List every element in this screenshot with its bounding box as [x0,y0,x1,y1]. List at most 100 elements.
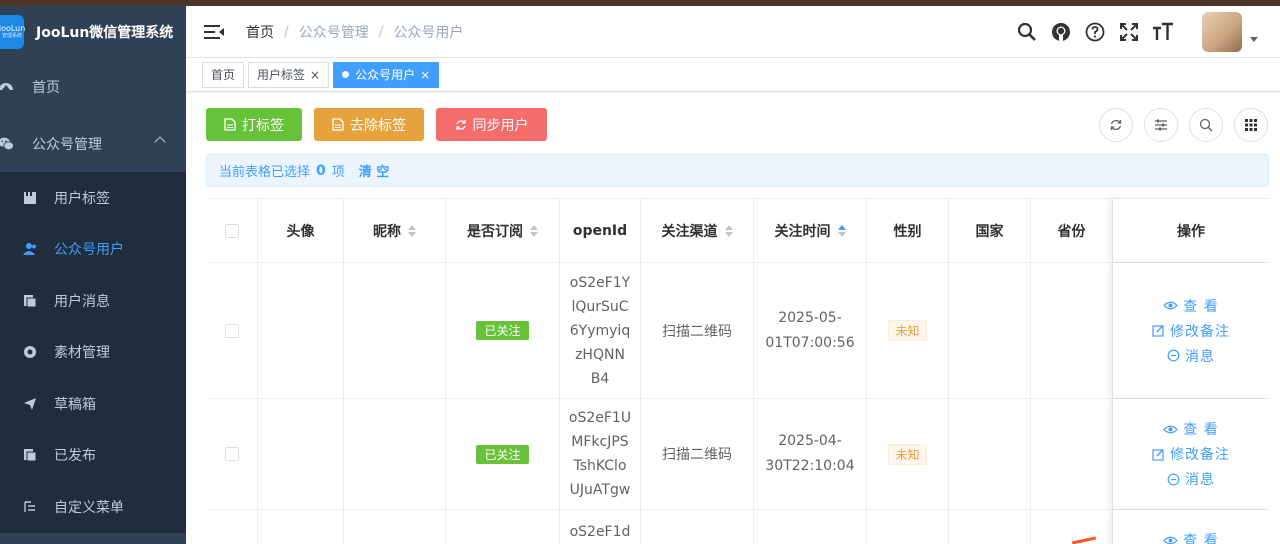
time-cell: 2025-04- 30T22:10:04 [754,399,867,509]
clear-selection-link[interactable]: 清 空 [359,161,390,180]
sort-icon[interactable] [837,224,846,237]
breadcrumb-home[interactable]: 首页 [246,22,274,42]
sidebar-group-official-account[interactable]: 公众号管理 [0,116,186,172]
sort-icon[interactable] [724,224,733,237]
active-dot [342,71,350,78]
avatar-cell [258,263,344,398]
toolbar: 打标签 去除标签 同步用户 [206,108,559,141]
folder-icon [22,190,38,206]
search-toggle-button[interactable] [1189,108,1223,142]
sidebar-item-user-tags[interactable]: 用户标签 [0,172,186,224]
breadcrumb-current: 公众号用户 [393,24,464,41]
header-channel[interactable]: 关注渠道 [641,199,754,262]
edit-remark-button[interactable]: 修改备注 [1152,442,1230,467]
tags-view: 首页 用户标签 × 公众号用户 × [186,58,1280,92]
lifebuoy-icon [22,344,38,360]
tab-official-users[interactable]: 公众号用户 × [333,61,440,88]
hamburger-icon[interactable] [204,24,224,40]
eye-icon [1163,425,1179,433]
openid-cell: oS2eF1d [560,510,641,544]
message-button[interactable]: 消息 [1167,343,1215,368]
province-cell [1031,399,1113,509]
dashboard-icon [0,79,14,95]
filter-settings-button[interactable] [1144,108,1178,142]
ops-cell: 查 看 修改备注 消息 [1113,399,1269,509]
tab-user-tags[interactable]: 用户标签 × [248,61,330,88]
sync-users-button[interactable]: 同步用户 [436,108,547,141]
sidebar-item-home[interactable]: 首页 [0,58,186,116]
header-time[interactable]: 关注时间 [754,199,867,262]
openid-cell: oS2eF1U MFkcJPS TshKClo UJuATgw [560,399,641,509]
channel-text: 扫描二维码 [662,447,732,463]
row-checkbox[interactable] [225,447,239,461]
ops-cell: 查 看 修改备注 消息 [1113,263,1269,398]
sidebar-item-published[interactable]: 已发布 [0,430,186,482]
copy-icon [22,447,38,463]
table-header: 头像 昵称 是否订阅 openId 关注渠道 关注时间 性别 国家 省份 操作 [207,199,1269,263]
chat-icon [1167,349,1180,362]
view-button[interactable]: 查 看 [1163,530,1218,544]
github-icon[interactable] [1050,21,1072,43]
sidebar-item-official-users[interactable]: 公众号用户 [0,224,186,276]
document-icon [224,118,236,131]
select-all-checkbox[interactable] [225,223,239,238]
user-icon [22,241,38,257]
header-province: 省份 [1031,199,1113,262]
header-subscribe[interactable]: 是否订阅 [446,199,560,262]
header: 首页 / 公众号管理 / 公众号用户 [186,6,1280,58]
selection-alert: 当前表格已选择 0 项 清 空 [206,154,1269,187]
submenu: 用户标签 公众号用户 用户消息 素材管理 草稿箱 已发布 自定义菜单 [0,172,186,533]
logo[interactable]: JooLun 管理系统 JooLun微信管理系统 [0,6,186,58]
edit-icon [1152,448,1164,461]
columns-button[interactable] [1234,108,1268,142]
wechat-icon [0,136,14,152]
gender-badge: 未知 [888,443,927,465]
fullscreen-icon[interactable] [1118,21,1140,43]
view-button[interactable]: 查 看 [1163,293,1218,318]
menu-icon [22,499,38,515]
caret-down-icon[interactable] [1250,36,1258,42]
avatar-cell [258,399,344,509]
font-size-icon[interactable] [1152,21,1174,43]
sidebar-item-custom-menu[interactable]: 自定义菜单 [0,481,186,533]
nickname-cell [344,399,446,509]
document-icon [332,118,344,131]
tag-button[interactable]: 打标签 [206,108,302,141]
help-icon[interactable] [1084,21,1106,43]
app-title: JooLun微信管理系统 [36,25,174,41]
row-checkbox[interactable] [225,323,239,338]
sidebar-item-drafts[interactable]: 草稿箱 [0,378,186,430]
sort-icon[interactable] [530,224,538,237]
sidebar: JooLun 管理系统 JooLun微信管理系统 首页 公众号管理 用户标签 公… [0,6,186,544]
logo-badge: JooLun 管理系统 [0,15,25,49]
channel-text: 扫描二维码 [662,323,732,340]
avatar[interactable] [1202,12,1242,52]
table-row: 已关注 oS2eF1Y lQurSuC 6Yymyiq zHQNN B4 扫描二维码 2… [207,263,1269,399]
breadcrumb-group: 公众号管理 [298,24,369,41]
header-nickname[interactable]: 昵称 [344,199,446,262]
refresh-icon [455,119,467,131]
ops-cell: 查 看 [1113,510,1269,544]
edit-remark-button[interactable]: 修改备注 [1152,318,1230,343]
country-cell [949,399,1031,509]
sidebar-item-materials[interactable]: 素材管理 [0,327,186,379]
send-icon [22,396,38,412]
gender-badge: 未知 [888,320,927,341]
breadcrumb: 首页 / 公众号管理 / 公众号用户 [246,22,464,42]
view-button[interactable]: 查 看 [1163,417,1218,442]
remove-tag-button[interactable]: 去除标签 [314,108,424,141]
table-row: 已关注 oS2eF1U MFkcJPS TshKClo UJuATgw 扫描二维码 2… [207,399,1269,510]
tab-home[interactable]: 首页 [202,61,245,88]
sidebar-item-user-messages[interactable]: 用户消息 [0,275,186,327]
table-tools [1099,108,1279,142]
sort-icon[interactable] [408,224,416,237]
header-avatar: 头像 [258,199,344,262]
refresh-button[interactable] [1099,108,1133,142]
message-button[interactable]: 消息 [1167,467,1215,492]
header-ops: 操作 [1113,199,1269,262]
close-icon[interactable]: × [420,68,430,82]
eye-icon [1163,301,1179,310]
close-icon[interactable]: × [310,68,320,82]
time-cell: 2025-05- 01T07:00:56 [754,263,867,398]
search-icon[interactable] [1016,21,1038,43]
